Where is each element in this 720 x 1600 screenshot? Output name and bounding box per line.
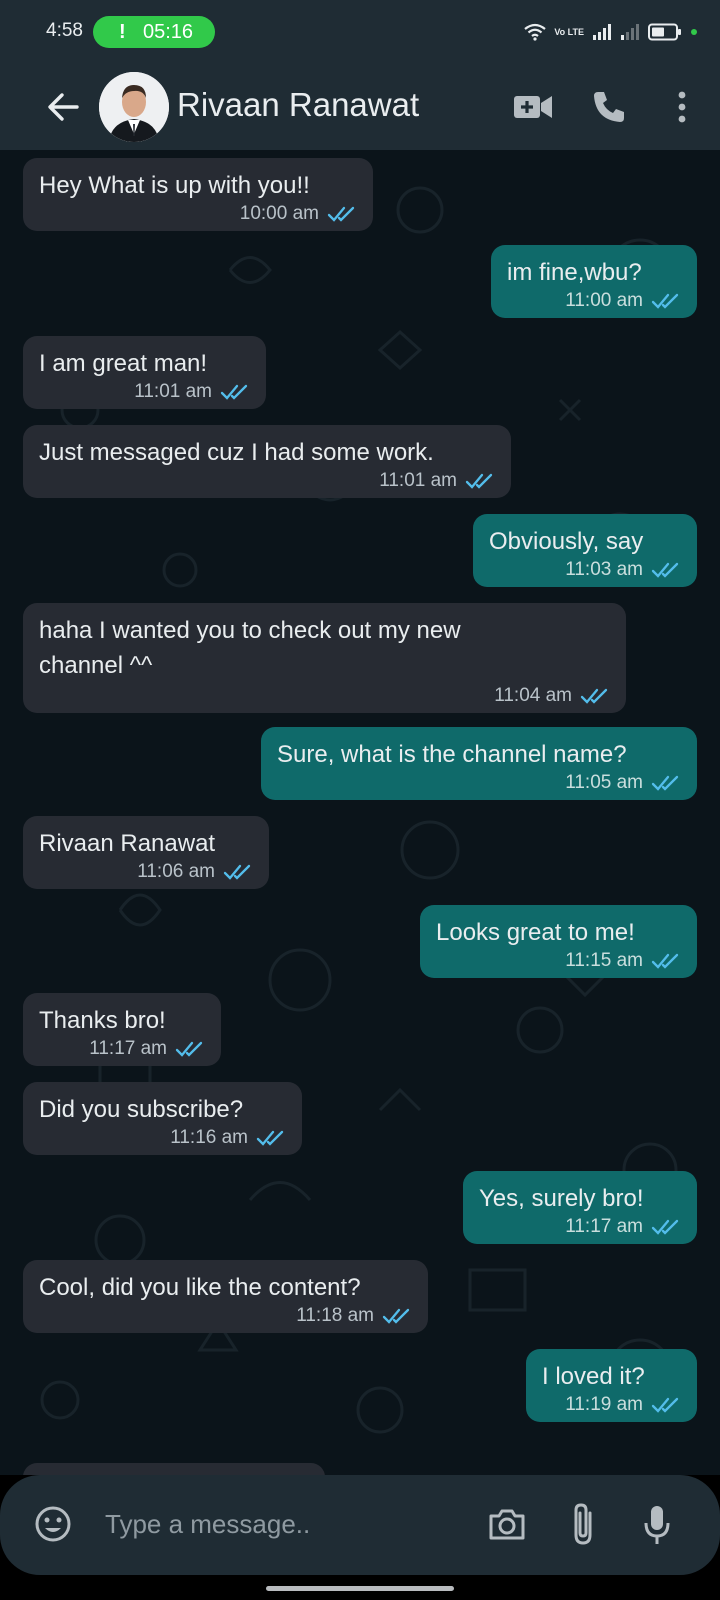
message-bubble-outgoing[interactable]: Yes, surely bro! 11:17 am bbox=[463, 1171, 697, 1244]
contact-name[interactable]: Rivaan Ranawat bbox=[177, 86, 419, 124]
message-text: Sure, what is the channel name? bbox=[277, 741, 627, 768]
message-time: 11:04 am bbox=[494, 685, 572, 706]
message-time: 11:15 am bbox=[565, 950, 643, 971]
message-text: Cool, did you like the content? bbox=[39, 1274, 361, 1301]
read-ticks-icon bbox=[651, 562, 679, 578]
message-bubble-outgoing[interactable]: Looks great to me! 11:15 am bbox=[420, 905, 697, 978]
video-call-icon[interactable] bbox=[512, 88, 554, 126]
message-text: Yes, surely bro! bbox=[479, 1185, 644, 1212]
phone-icon[interactable] bbox=[590, 88, 628, 126]
message-input[interactable] bbox=[105, 1503, 445, 1545]
wifi-icon bbox=[524, 23, 547, 41]
message-time: 11:01 am bbox=[134, 381, 212, 402]
read-ticks-icon bbox=[580, 688, 608, 704]
composer-pill bbox=[0, 1475, 720, 1575]
message-text: haha I wanted you to check out my new ch… bbox=[39, 617, 461, 679]
read-ticks-icon bbox=[651, 1397, 679, 1413]
message-text: I am great man! bbox=[39, 350, 208, 377]
message-text: Rivaan Ranawat bbox=[39, 830, 216, 857]
message-time: 10:00 am bbox=[239, 203, 319, 224]
message-bubble-incoming[interactable] bbox=[23, 1463, 325, 1475]
message-text: Hey What is up with you!! bbox=[39, 172, 310, 199]
message-time: 11:16 am bbox=[170, 1127, 248, 1148]
composer bbox=[0, 1475, 720, 1600]
message-time: 11:17 am bbox=[565, 1216, 643, 1237]
attach-icon[interactable] bbox=[566, 1501, 600, 1547]
read-ticks-icon bbox=[220, 384, 248, 400]
read-ticks-icon bbox=[327, 206, 355, 222]
battery-icon bbox=[648, 23, 681, 41]
call-indicator: ! bbox=[119, 21, 126, 43]
message-text: Thanks bro! bbox=[39, 1007, 166, 1034]
read-ticks-icon bbox=[382, 1308, 410, 1324]
message-bubble-incoming[interactable]: Thanks bro! 11:17 am bbox=[23, 993, 221, 1066]
ongoing-call-pill[interactable]: ! 05:16 bbox=[93, 16, 215, 48]
read-ticks-icon bbox=[256, 1130, 284, 1146]
message-bubble-outgoing[interactable]: I loved it? 11:19 am bbox=[526, 1349, 697, 1422]
message-bubble-outgoing[interactable]: Sure, what is the channel name? 11:05 am bbox=[261, 727, 697, 800]
more-vert-icon[interactable] bbox=[668, 88, 696, 126]
emoji-icon[interactable] bbox=[33, 1504, 73, 1544]
message-text: Looks great to me! bbox=[436, 919, 635, 946]
message-time: 11:03 am bbox=[565, 559, 643, 580]
read-ticks-icon bbox=[651, 775, 679, 791]
read-ticks-icon bbox=[223, 864, 251, 880]
message-text: Just messaged cuz I had some work. bbox=[39, 439, 434, 466]
message-bubble-incoming[interactable]: I am great man! 11:01 am bbox=[23, 336, 266, 409]
message-text: Obviously, say bbox=[489, 528, 644, 555]
signal-icon bbox=[621, 24, 639, 40]
read-ticks-icon bbox=[651, 293, 679, 309]
status-icons: Vo LTE bbox=[524, 22, 698, 42]
message-bubble-incoming[interactable]: Rivaan Ranawat 11:06 am bbox=[23, 816, 269, 889]
message-text: Did you subscribe? bbox=[39, 1096, 244, 1123]
read-ticks-icon bbox=[651, 1219, 679, 1235]
volte-icon: Vo LTE bbox=[554, 26, 584, 37]
status-bar: 4:58 ! 05:16 Vo LTE bbox=[0, 0, 720, 64]
call-duration: 05:16 bbox=[143, 21, 194, 43]
message-bubble-outgoing[interactable]: Obviously, say 11:03 am bbox=[473, 514, 697, 587]
message-bubble-outgoing[interactable]: im fine,wbu? 11:00 am bbox=[491, 245, 697, 318]
message-time: 11:19 am bbox=[565, 1394, 643, 1415]
message-bubble-incoming[interactable]: Cool, did you like the content? 11:18 am bbox=[23, 1260, 428, 1333]
message-time: 11:17 am bbox=[89, 1038, 167, 1059]
message-bubble-incoming[interactable]: Hey What is up with you!! 10:00 am bbox=[23, 158, 373, 231]
message-time: 11:01 am bbox=[379, 470, 457, 491]
message-text: I loved it? bbox=[542, 1363, 645, 1390]
message-list[interactable]: Hey What is up with you!! 10:00 am im fi… bbox=[0, 150, 720, 1475]
read-ticks-icon bbox=[175, 1041, 203, 1057]
message-bubble-incoming[interactable]: Just messaged cuz I had some work. 11:01… bbox=[23, 425, 511, 498]
message-text: im fine,wbu? bbox=[507, 259, 642, 286]
message-time: 11:18 am bbox=[296, 1305, 374, 1326]
message-bubble-incoming[interactable]: Did you subscribe? 11:16 am bbox=[23, 1082, 302, 1155]
avatar[interactable] bbox=[99, 72, 169, 142]
camera-icon[interactable] bbox=[487, 1505, 527, 1543]
mic-icon[interactable] bbox=[642, 1503, 672, 1547]
chat-header: Rivaan Ranawat bbox=[0, 64, 720, 150]
message-time: 11:00 am bbox=[565, 290, 643, 311]
back-arrow-icon[interactable] bbox=[44, 88, 82, 126]
message-bubble-incoming[interactable]: haha I wanted you to check out my new ch… bbox=[23, 603, 626, 713]
status-time: 4:58 bbox=[46, 20, 83, 41]
signal-icon bbox=[593, 24, 611, 40]
dot-icon bbox=[691, 29, 697, 35]
message-time: 11:05 am bbox=[565, 772, 643, 793]
read-ticks-icon bbox=[465, 473, 493, 489]
read-ticks-icon bbox=[651, 953, 679, 969]
home-indicator[interactable] bbox=[266, 1586, 454, 1591]
avatar-photo bbox=[99, 72, 169, 142]
message-time: 11:06 am bbox=[137, 861, 215, 882]
